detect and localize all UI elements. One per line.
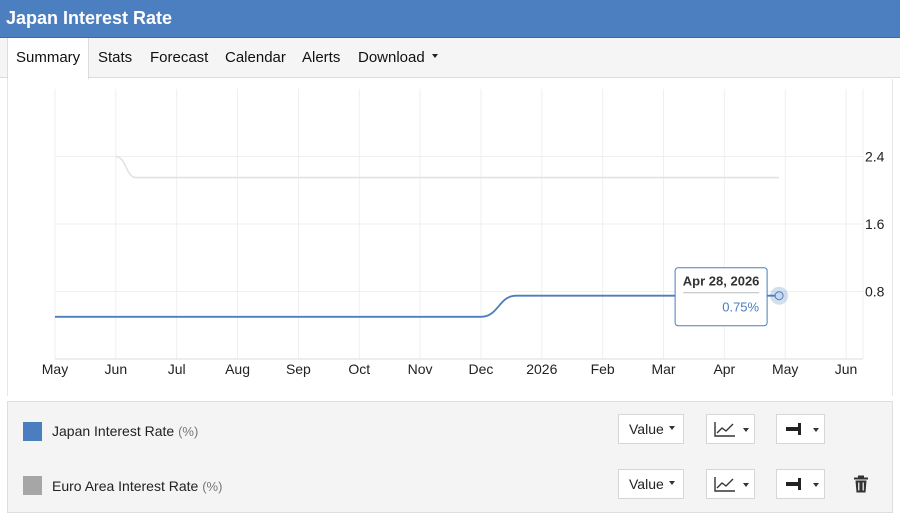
- x-tick-label: May: [772, 361, 798, 377]
- axis-position-icon: [786, 423, 801, 435]
- x-tick-label: May: [42, 361, 68, 377]
- caret-down-icon: [813, 428, 819, 432]
- x-tick-label: Apr: [713, 361, 735, 377]
- chart-type-dropdown[interactable]: [706, 469, 755, 499]
- x-tick-label: Jun: [835, 361, 858, 377]
- value-mode-label: Value: [629, 421, 664, 437]
- tab-summary-label: Summary: [16, 49, 81, 66]
- tab-alerts-label: Alerts: [302, 49, 341, 66]
- tab-stats[interactable]: Stats: [98, 38, 132, 78]
- line-chart: 2.4 1.6 0.8 May Jun Jul Aug Sep Oct Nov Dec 2026 Feb…: [42, 89, 885, 377]
- legend-panel: Japan Interest Rate (%) Value Euro Area …: [7, 401, 893, 513]
- y-tick-label: 2.4: [865, 149, 885, 165]
- x-tick-label: 2026: [526, 361, 557, 377]
- x-tick-label: Jun: [105, 361, 128, 377]
- series-name-text: Euro Area Interest Rate: [52, 478, 199, 494]
- caret-down-icon: [668, 426, 675, 431]
- trash-icon[interactable]: [851, 474, 871, 494]
- tab-download[interactable]: Download: [358, 38, 438, 78]
- x-tick-label: Nov: [408, 361, 433, 377]
- y-tick-label: 1.6: [865, 216, 885, 232]
- series-line-euro-area: [115, 155, 780, 179]
- y-tick-label: 0.8: [865, 284, 885, 300]
- x-tick-label: Jul: [168, 361, 186, 377]
- chart-area: 2.4 1.6 0.8 May Jun Jul Aug Sep Oct Nov Dec 2026 Feb…: [7, 79, 893, 396]
- hover-point: [774, 291, 784, 301]
- series-color-swatch[interactable]: [23, 476, 42, 495]
- tab-alerts[interactable]: Alerts: [302, 38, 340, 78]
- series-name: Euro Area Interest Rate (%): [52, 478, 222, 494]
- series-name: Japan Interest Rate (%): [52, 423, 198, 439]
- series-name-text: Japan Interest Rate: [52, 423, 175, 439]
- series-unit: (%): [178, 424, 199, 439]
- tab-calendar-label: Calendar: [225, 49, 286, 66]
- caret-down-icon: [743, 428, 749, 432]
- line-chart-icon: [714, 422, 735, 437]
- line-chart-icon: [714, 477, 735, 492]
- tab-calendar[interactable]: Calendar: [225, 38, 286, 78]
- value-mode-label: Value: [629, 476, 664, 492]
- x-tick-label: Dec: [468, 361, 493, 377]
- x-tick-label: Oct: [348, 361, 370, 377]
- tooltip-value: 0.75%: [722, 300, 759, 315]
- x-tick-label: Aug: [225, 361, 250, 377]
- tab-stats-label: Stats: [98, 49, 133, 66]
- axis-position-dropdown[interactable]: [776, 414, 825, 444]
- axis-position-icon: [786, 478, 801, 490]
- page-title: Japan Interest Rate: [6, 8, 173, 28]
- legend-row-euro-area: Euro Area Interest Rate (%) Value: [8, 458, 892, 514]
- x-tick-label: Feb: [591, 361, 615, 377]
- title-bar: Japan Interest Rate: [0, 0, 900, 38]
- caret-down-icon: [668, 481, 675, 486]
- chart-type-dropdown[interactable]: [706, 414, 755, 444]
- x-tick-label: Mar: [651, 361, 675, 377]
- value-mode-dropdown[interactable]: Value: [618, 414, 684, 444]
- tab-forecast-label: Forecast: [150, 49, 209, 66]
- tab-download-label: Download: [358, 49, 425, 66]
- tab-summary[interactable]: Summary: [7, 38, 90, 79]
- series-line-japan: [55, 294, 780, 318]
- series-unit: (%): [202, 479, 223, 494]
- value-mode-dropdown[interactable]: Value: [618, 469, 684, 499]
- caret-down-icon: [743, 483, 749, 487]
- tooltip-date: Apr 28, 2026: [683, 274, 760, 289]
- x-tick-label: Sep: [286, 361, 311, 377]
- tab-bar: Summary Stats Forecast Calendar Alerts D…: [0, 38, 900, 79]
- caret-down-icon: [431, 54, 438, 59]
- tab-forecast[interactable]: Forecast: [150, 38, 208, 78]
- axis-position-dropdown[interactable]: [776, 469, 825, 499]
- legend-row-japan: Japan Interest Rate (%) Value: [8, 402, 892, 458]
- caret-down-icon: [813, 483, 819, 487]
- series-color-swatch[interactable]: [23, 422, 42, 441]
